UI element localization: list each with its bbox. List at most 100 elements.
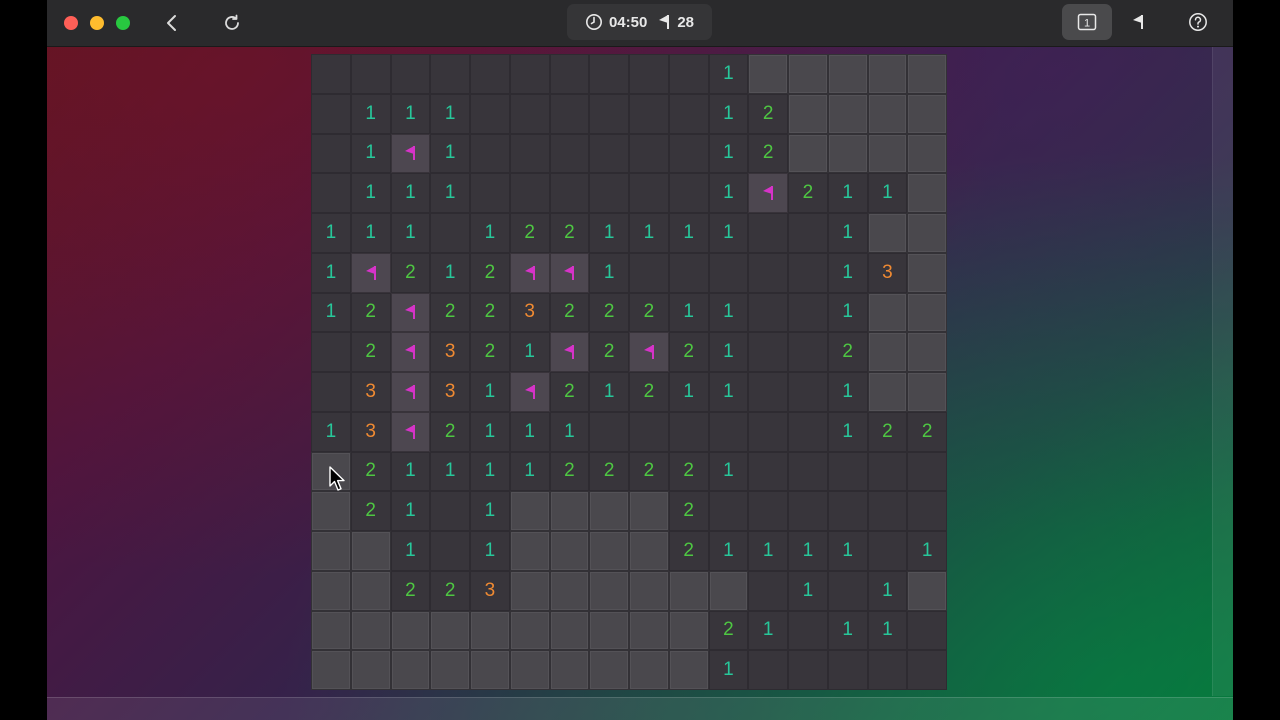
hidden-cell[interactable] <box>867 133 908 174</box>
empty-cell[interactable] <box>311 372 351 412</box>
hidden-cell[interactable] <box>708 570 749 611</box>
number-cell[interactable]: 1 <box>708 54 749 94</box>
empty-cell[interactable] <box>629 252 669 293</box>
empty-cell[interactable] <box>788 411 828 452</box>
empty-cell[interactable] <box>668 133 709 174</box>
hidden-cell[interactable] <box>589 610 629 651</box>
empty-cell[interactable] <box>788 451 828 492</box>
number-cell[interactable]: 1 <box>589 213 629 253</box>
hidden-cell[interactable] <box>350 650 391 690</box>
empty-cell[interactable] <box>629 173 669 213</box>
empty-cell[interactable] <box>907 650 947 690</box>
hidden-cell[interactable] <box>390 610 431 651</box>
hidden-cell[interactable] <box>907 372 947 412</box>
hidden-cell[interactable] <box>430 650 470 690</box>
number-cell[interactable]: 1 <box>589 372 629 412</box>
hidden-cell[interactable] <box>350 570 391 611</box>
empty-cell[interactable] <box>549 173 590 213</box>
hidden-cell[interactable] <box>827 93 868 134</box>
empty-cell[interactable] <box>430 54 470 94</box>
number-cell[interactable]: 1 <box>509 332 550 372</box>
hidden-cell[interactable] <box>629 531 669 571</box>
number-cell[interactable]: 2 <box>629 292 669 333</box>
empty-cell[interactable] <box>430 213 470 253</box>
empty-cell[interactable] <box>311 332 351 372</box>
number-cell[interactable]: 1 <box>827 531 868 571</box>
hidden-cell[interactable] <box>827 54 868 94</box>
number-cell[interactable]: 2 <box>430 570 470 611</box>
number-cell[interactable]: 1 <box>470 372 510 412</box>
empty-cell[interactable] <box>708 252 749 293</box>
number-cell[interactable]: 1 <box>311 411 351 452</box>
empty-cell[interactable] <box>311 173 351 213</box>
flagged-cell[interactable] <box>748 173 788 213</box>
hidden-cell[interactable] <box>470 610 510 651</box>
number-cell[interactable]: 2 <box>350 332 391 372</box>
hidden-cell[interactable] <box>311 650 351 690</box>
empty-cell[interactable] <box>668 411 709 452</box>
number-cell[interactable]: 1 <box>827 610 868 651</box>
number-cell[interactable]: 1 <box>430 133 470 174</box>
number-cell[interactable]: 2 <box>668 531 709 571</box>
number-cell[interactable]: 2 <box>907 411 947 452</box>
number-cell[interactable]: 1 <box>748 610 788 651</box>
number-cell[interactable]: 1 <box>708 531 749 571</box>
empty-cell[interactable] <box>430 531 470 571</box>
number-cell[interactable]: 1 <box>827 173 868 213</box>
number-cell[interactable]: 1 <box>708 451 749 492</box>
empty-cell[interactable] <box>470 93 510 134</box>
hidden-cell[interactable] <box>907 570 947 611</box>
hidden-cell[interactable] <box>589 570 629 611</box>
hidden-cell[interactable] <box>470 650 510 690</box>
empty-cell[interactable] <box>629 93 669 134</box>
empty-cell[interactable] <box>629 411 669 452</box>
number-cell[interactable]: 1 <box>390 173 431 213</box>
number-cell[interactable]: 1 <box>390 93 431 134</box>
number-cell[interactable]: 2 <box>470 252 510 293</box>
number-cell[interactable]: 1 <box>390 531 431 571</box>
empty-cell[interactable] <box>748 252 788 293</box>
number-cell[interactable]: 2 <box>549 451 590 492</box>
number-cell[interactable]: 2 <box>668 491 709 531</box>
empty-cell[interactable] <box>748 411 788 452</box>
number-cell[interactable]: 2 <box>589 292 629 333</box>
number-cell[interactable]: 1 <box>867 570 908 611</box>
number-cell[interactable]: 1 <box>708 332 749 372</box>
number-cell[interactable]: 1 <box>827 252 868 293</box>
number-cell[interactable]: 1 <box>509 411 550 452</box>
number-cell[interactable]: 1 <box>668 213 709 253</box>
empty-cell[interactable] <box>748 332 788 372</box>
empty-cell[interactable] <box>748 570 788 611</box>
help-button[interactable] <box>1173 4 1223 40</box>
number-cell[interactable]: 3 <box>430 372 470 412</box>
hidden-cell[interactable] <box>509 650 550 690</box>
empty-cell[interactable] <box>788 650 828 690</box>
hidden-cell[interactable] <box>509 610 550 651</box>
hidden-cell[interactable] <box>907 213 947 253</box>
empty-cell[interactable] <box>668 173 709 213</box>
flag-mode-button[interactable] <box>1113 4 1163 40</box>
empty-cell[interactable] <box>788 332 828 372</box>
empty-cell[interactable] <box>748 491 788 531</box>
hidden-cell[interactable] <box>907 292 947 333</box>
hidden-cell[interactable] <box>549 650 590 690</box>
number-cell[interactable]: 3 <box>350 372 391 412</box>
hidden-cell[interactable] <box>629 491 669 531</box>
number-cell[interactable]: 1 <box>470 411 510 452</box>
zoom-button[interactable] <box>116 16 130 30</box>
empty-cell[interactable] <box>708 491 749 531</box>
empty-cell[interactable] <box>788 252 828 293</box>
back-button[interactable] <box>159 9 185 37</box>
empty-cell[interactable] <box>788 292 828 333</box>
number-cell[interactable]: 2 <box>788 173 828 213</box>
empty-cell[interactable] <box>589 173 629 213</box>
empty-cell[interactable] <box>311 93 351 134</box>
hidden-cell[interactable] <box>350 610 391 651</box>
flagged-cell[interactable] <box>390 411 431 452</box>
number-cell[interactable]: 2 <box>827 332 868 372</box>
number-cell[interactable]: 1 <box>589 252 629 293</box>
hidden-cell[interactable] <box>629 570 669 611</box>
empty-cell[interactable] <box>509 133 550 174</box>
hidden-cell[interactable] <box>788 93 828 134</box>
hidden-cell[interactable] <box>549 491 590 531</box>
